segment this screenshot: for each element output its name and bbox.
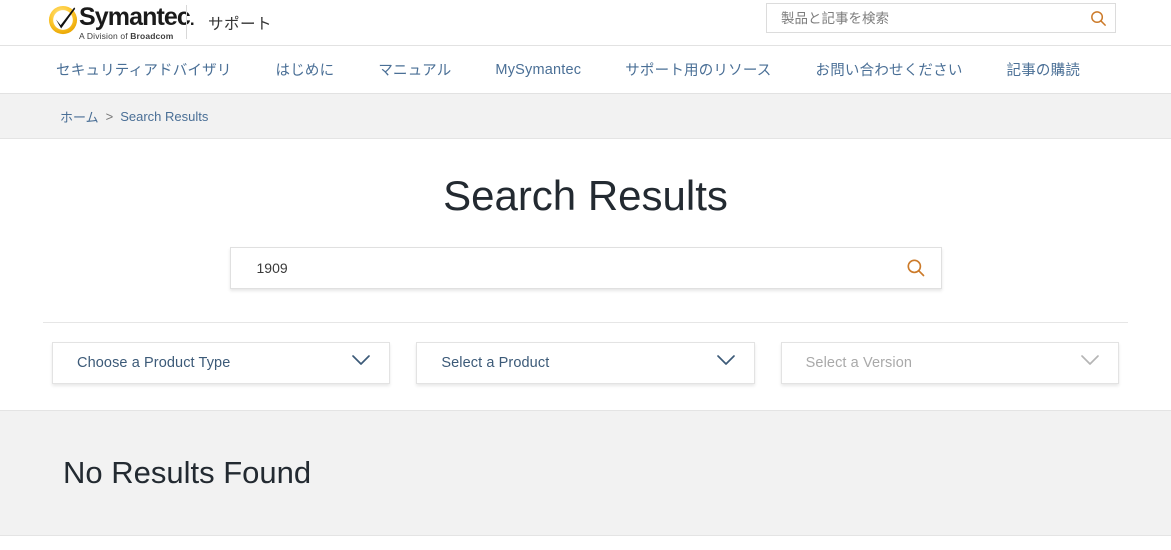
support-label: サポート — [208, 16, 273, 33]
search-row — [0, 247, 1171, 290]
main-navigation: セキュリティアドバイザリ はじめに マニュアル MySymantec サポート用… — [0, 46, 1171, 94]
product-type-dropdown-label: Choose a Product Type — [77, 355, 231, 372]
chevron-down-icon — [716, 354, 736, 372]
header-search-input[interactable] — [767, 4, 1081, 32]
main-search-box[interactable] — [229, 247, 942, 290]
symantec-check-icon — [48, 5, 78, 35]
site-header: Symantec. A Division of Broadcom サポート — [0, 0, 1171, 46]
logo-tagline-brand: Broadcom — [130, 31, 174, 41]
nav-item-getting-started[interactable]: はじめに — [276, 59, 335, 80]
filter-bar: Choose a Product Type Select a Product S… — [0, 323, 1171, 385]
product-dropdown[interactable]: Select a Product — [416, 342, 755, 385]
logo-brand-text: Symantec — [79, 3, 191, 31]
page-root: Symantec. A Division of Broadcom サポート セキ… — [0, 0, 1171, 550]
nav-item-support-resources[interactable]: サポート用のリソース — [625, 59, 771, 80]
breadcrumb-current-page[interactable]: Search Results — [120, 109, 208, 124]
main-search-input[interactable] — [230, 247, 891, 290]
header-search-box[interactable] — [766, 3, 1116, 33]
search-icon[interactable] — [1081, 9, 1115, 28]
chevron-down-icon — [1080, 354, 1100, 372]
chevron-down-icon — [351, 354, 371, 372]
no-results-message: No Results Found — [63, 455, 312, 491]
nav-item-manuals[interactable]: マニュアル — [378, 59, 451, 80]
breadcrumb: ホーム > Search Results — [0, 94, 1171, 139]
page-footer-spacer — [0, 536, 1171, 550]
logo-tagline-prefix: A Division of — [79, 31, 131, 41]
nav-item-subscribe-articles[interactable]: 記事の購読 — [1007, 59, 1081, 80]
nav-item-mysymantec[interactable]: MySymantec — [495, 62, 581, 78]
header-vertical-divider — [186, 5, 187, 39]
product-type-dropdown[interactable]: Choose a Product Type — [52, 342, 391, 385]
nav-item-contact-us[interactable]: お問い合わせください — [816, 59, 963, 80]
filters-spacer — [0, 384, 1171, 410]
search-icon[interactable] — [891, 257, 941, 279]
version-dropdown-label: Select a Version — [805, 355, 913, 372]
breadcrumb-separator: > — [105, 108, 114, 124]
breadcrumb-home-link[interactable]: ホーム — [60, 107, 99, 126]
main-content: Search Results Choose a Product Type — [0, 139, 1171, 411]
version-dropdown[interactable]: Select a Version — [780, 342, 1119, 385]
search-results-area: No Results Found — [0, 410, 1171, 537]
logo-wordmark: Symantec. A Division of Broadcom — [79, 3, 195, 41]
page-title: Search Results — [443, 172, 728, 219]
nav-item-security-advisory[interactable]: セキュリティアドバイザリ — [56, 59, 232, 80]
logo-brand-dot: . — [189, 10, 195, 29]
symantec-logo[interactable]: Symantec. A Division of Broadcom — [48, 3, 195, 41]
logo-tagline: A Division of Broadcom — [79, 32, 194, 41]
product-dropdown-label: Select a Product — [441, 355, 550, 372]
